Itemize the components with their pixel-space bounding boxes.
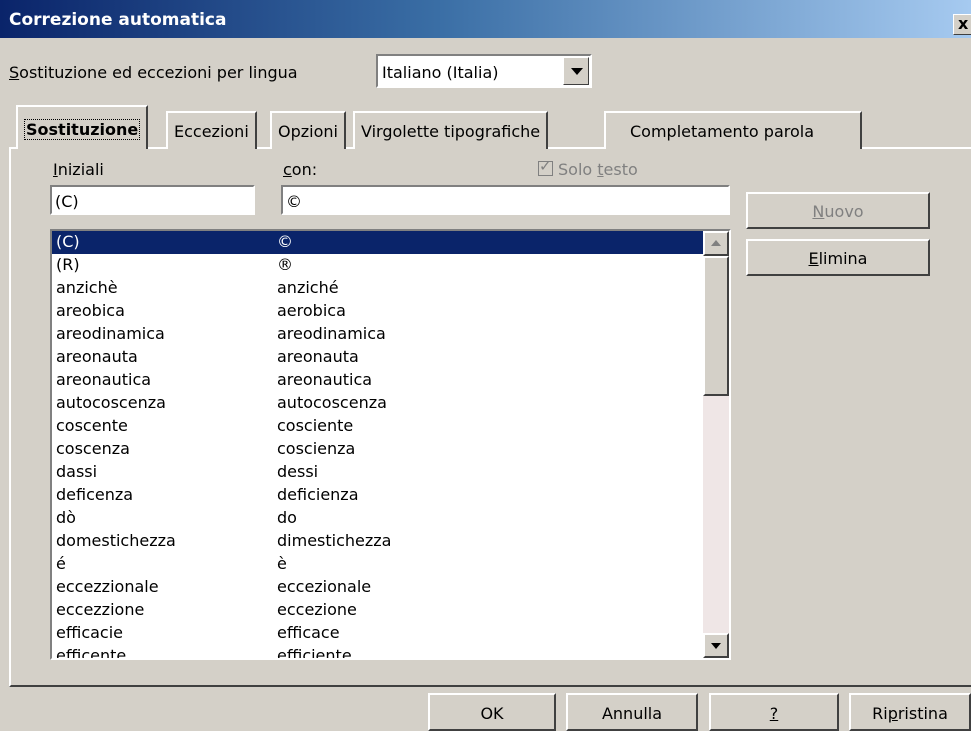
list-row[interactable]: eccezzione eccezione: [52, 599, 705, 622]
close-button[interactable]: x: [953, 14, 971, 35]
list-row-replacement: autocoscenza: [277, 393, 387, 412]
list-row-original: deficenza: [56, 485, 134, 504]
elimina-button[interactable]: Elimina: [746, 239, 930, 276]
help-button[interactable]: ?: [709, 693, 839, 731]
nuovo-button[interactable]: Nuovo: [746, 192, 930, 229]
list-row-original: areonautica: [56, 370, 152, 389]
con-input[interactable]: ©: [281, 185, 730, 215]
list-row[interactable]: (C) ©: [52, 231, 705, 254]
list-row-replacement: do: [277, 508, 297, 527]
arrow-down-icon: [711, 643, 721, 649]
list-row-replacement: eccezione: [277, 600, 357, 619]
replacement-list[interactable]: (C) © (R) ® anzichè anziché areobica aerobica ar…: [50, 229, 731, 660]
list-row-original: (C): [56, 232, 80, 251]
scrollbar-thumb[interactable]: [703, 256, 729, 396]
list-row[interactable]: dassi dessi: [52, 461, 705, 484]
list-row[interactable]: areodinamica areodinamica: [52, 323, 705, 346]
list-row-replacement: areonauta: [277, 347, 359, 366]
iniziali-input[interactable]: (C): [50, 185, 255, 215]
list-row-replacement: areonautica: [277, 370, 373, 389]
language-dropdown-button[interactable]: [563, 57, 589, 85]
list-row[interactable]: anzichè anziché: [52, 277, 705, 300]
list-row-replacement: coscienza: [277, 439, 356, 458]
list-row-replacement: ®: [277, 255, 293, 274]
language-label: Sostituzione ed eccezioni per lingua: [9, 63, 298, 82]
tab-eccezioni[interactable]: Eccezioni: [166, 111, 257, 149]
list-row[interactable]: coscenza coscienza: [52, 438, 705, 461]
list-row-replacement: ©: [277, 232, 293, 251]
list-row-replacement: efficace: [277, 623, 340, 642]
list-row-original: dò: [56, 508, 76, 527]
list-row-original: anzichè: [56, 278, 118, 297]
list-row[interactable]: éè: [52, 553, 705, 576]
annulla-button[interactable]: Annulla: [566, 693, 698, 731]
replacement-list-rows: (C) © (R) ® anzichè anziché areobica aerobica ar…: [52, 231, 705, 660]
list-row[interactable]: areobica aerobica: [52, 300, 705, 323]
list-row-original: dassi: [56, 462, 98, 481]
list-row[interactable]: (R) ®: [52, 254, 705, 277]
list-row-original: é: [56, 554, 66, 573]
list-row-replacement: dimestichezza: [277, 531, 392, 550]
tab-virgolette-tipografiche[interactable]: Virgolette tipografiche: [353, 111, 549, 149]
list-row-original: (R): [56, 255, 80, 274]
chevron-down-icon: [571, 68, 583, 75]
list-row[interactable]: dò do: [52, 507, 705, 530]
list-row-original: domestichezza: [56, 531, 176, 550]
iniziali-label: Iniziali: [53, 160, 104, 179]
list-row-replacement: eccezionale: [277, 577, 372, 596]
tab-completamento-parola[interactable]: Completamento parola: [604, 111, 862, 149]
tab-opzioni[interactable]: Opzioni: [270, 111, 346, 149]
list-row[interactable]: autocoscenza autocoscenza: [52, 392, 705, 415]
checkbox-checked-icon: [538, 157, 553, 176]
list-row-replacement: areodinamica: [277, 324, 386, 343]
list-row-original: areodinamica: [56, 324, 165, 343]
list-row-replacement: cosciente: [277, 416, 354, 435]
list-row-replacement: dessi: [277, 462, 319, 481]
list-row[interactable]: efficente efficiente: [52, 645, 705, 660]
list-row-original: eccezzione: [56, 600, 145, 619]
list-row-original: areobica: [56, 301, 125, 320]
arrow-up-icon: [711, 240, 721, 246]
list-row-original: coscente: [56, 416, 128, 435]
list-row[interactable]: coscente cosciente: [52, 415, 705, 438]
list-row[interactable]: domestichezza dimestichezza: [52, 530, 705, 553]
solo-testo-checkbox[interactable]: Solo testo: [538, 157, 638, 179]
language-select[interactable]: Italiano (Italia): [376, 54, 592, 88]
list-row-original: efficacie: [56, 623, 123, 642]
list-row-original: eccezzionale: [56, 577, 159, 596]
language-select-value: Italiano (Italia): [382, 63, 499, 82]
list-row-original: autocoscenza: [56, 393, 166, 412]
list-row[interactable]: areonauta areonauta: [52, 346, 705, 369]
tab-sostituzione[interactable]: Sostituzione: [16, 105, 149, 149]
list-row-replacement: deficienza: [277, 485, 359, 504]
window-title: Correzione automatica: [9, 10, 227, 30]
list-row-replacement: anziché: [277, 278, 339, 297]
list-row-replacement: efficiente: [277, 646, 352, 660]
scroll-down-button[interactable]: [703, 633, 729, 658]
ripristina-button[interactable]: Ripristina: [849, 693, 971, 731]
scroll-up-button[interactable]: [703, 231, 729, 256]
list-row-original: coscenza: [56, 439, 130, 458]
list-row[interactable]: efficacie efficace: [52, 622, 705, 645]
list-row[interactable]: areonautica areonautica: [52, 369, 705, 392]
list-row-original: efficente: [56, 646, 127, 660]
list-row-replacement: è: [277, 554, 287, 573]
list-row-original: areonauta: [56, 347, 138, 366]
vertical-scrollbar[interactable]: [703, 231, 729, 658]
list-row-replacement: aerobica: [277, 301, 346, 320]
list-row[interactable]: deficenza deficienza: [52, 484, 705, 507]
con-label: con:: [283, 160, 318, 179]
list-row[interactable]: eccezzionale eccezionale: [52, 576, 705, 599]
close-icon: x: [958, 14, 969, 33]
ok-button[interactable]: OK: [428, 693, 556, 731]
